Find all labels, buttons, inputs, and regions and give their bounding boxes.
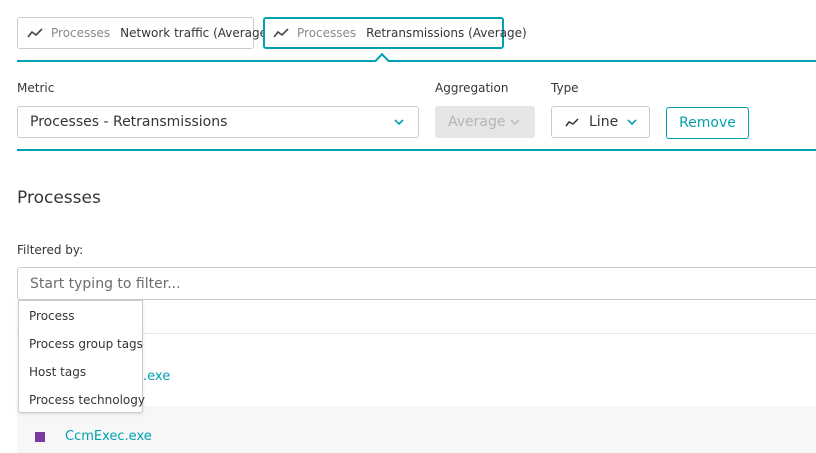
aggregation-label: Aggregation (435, 81, 509, 95)
process-link[interactable]: .exe (143, 369, 170, 384)
metric-tab-category: Processes (297, 26, 357, 40)
filtered-by-label: Filtered by: (17, 243, 84, 257)
series-color-swatch (35, 432, 45, 442)
metric-tab-category: Processes (51, 26, 111, 40)
type-select-value: Line (589, 114, 619, 130)
metric-label: Metric (17, 81, 55, 95)
filter-input[interactable] (17, 267, 816, 300)
metric-tab-name: Network traffic (Average) (120, 26, 272, 40)
filter-dropdown: Process Process group tags Host tags Pro… (18, 300, 145, 414)
chevron-down-icon (625, 115, 639, 129)
metric-select-value: Processes - Retransmissions (30, 114, 228, 130)
filter-option-host-tags[interactable]: Host tags (19, 358, 142, 386)
line-chart-icon (273, 27, 289, 39)
aggregation-select-value: Average (448, 114, 506, 130)
filter-option-process-technology[interactable]: Process technology (19, 386, 145, 414)
remove-button[interactable]: Remove (666, 107, 749, 139)
config-panel-top-border (17, 60, 816, 62)
filter-option-process[interactable]: Process (19, 302, 142, 330)
metric-tab-name: Retransmissions (Average) (366, 26, 527, 40)
line-chart-icon (565, 117, 581, 127)
type-select[interactable]: Line (551, 106, 650, 138)
chevron-down-icon (508, 115, 522, 129)
metric-select[interactable]: Processes - Retransmissions (17, 106, 419, 138)
section-title: Processes (17, 188, 101, 208)
metric-tab-network-traffic[interactable]: Processes Network traffic (Average) (17, 17, 272, 49)
chevron-down-icon (392, 115, 406, 129)
type-label: Type (551, 81, 579, 95)
line-chart-icon (27, 27, 43, 39)
aggregation-select: Average (435, 106, 535, 138)
metric-tab-retransmissions[interactable]: Processes Retransmissions (Average) (263, 17, 527, 49)
config-panel-bottom-border (17, 149, 816, 151)
filter-option-process-group-tags[interactable]: Process group tags (19, 330, 143, 358)
active-tab-pointer (374, 52, 390, 68)
process-link[interactable]: CcmExec.exe (65, 429, 152, 444)
